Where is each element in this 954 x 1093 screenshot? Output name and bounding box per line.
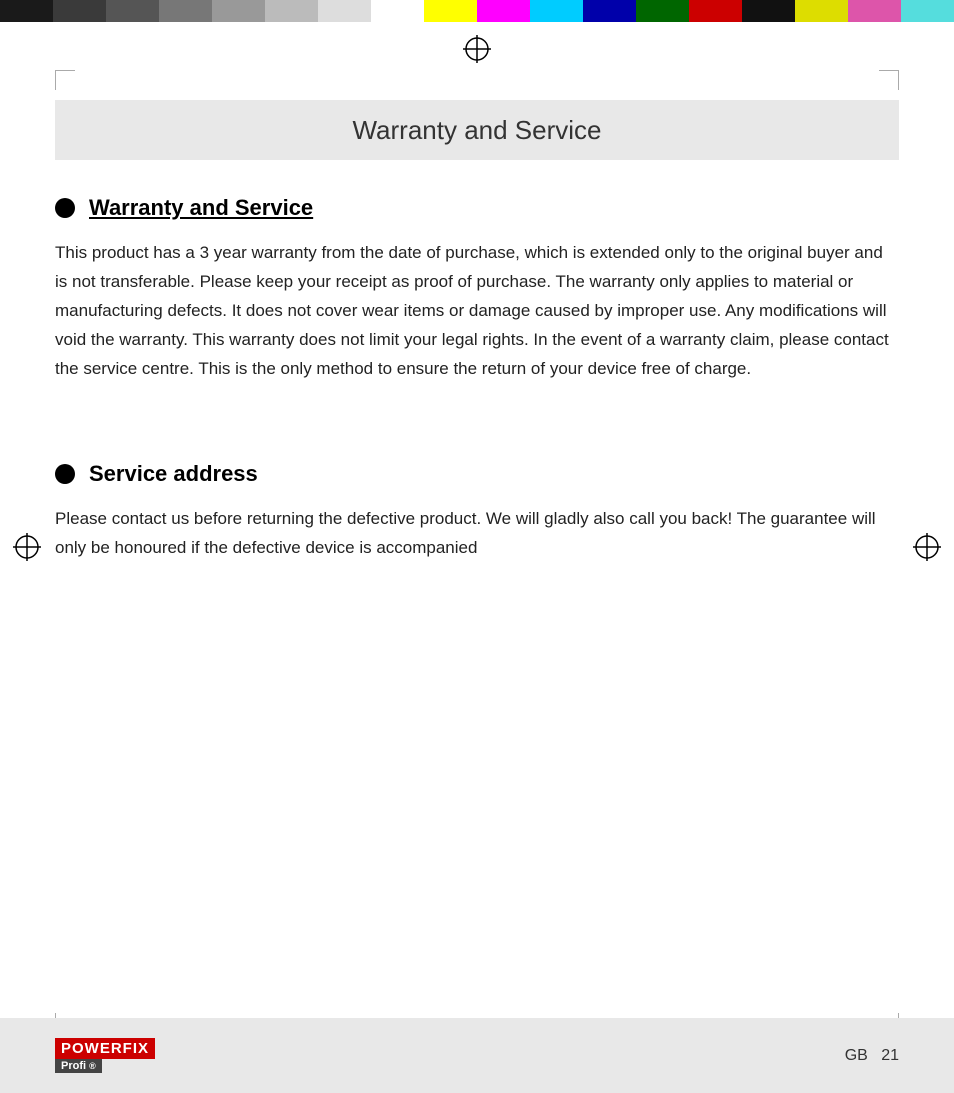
reg-mark-right — [912, 532, 942, 562]
corner-mark-tr — [879, 70, 899, 90]
warranty-title: Warranty and Service — [89, 195, 313, 221]
footer-page: GB 21 — [845, 1047, 899, 1065]
logo-powerfix: POWERFIX — [55, 1038, 155, 1059]
color-segment — [477, 0, 530, 22]
color-segment — [371, 0, 424, 22]
color-segment — [424, 0, 477, 22]
color-bar — [0, 0, 954, 22]
color-segment — [0, 0, 53, 22]
color-segment — [212, 0, 265, 22]
main-content: Warranty and Service This product has a … — [55, 175, 899, 1003]
reg-mark-left — [12, 532, 42, 562]
reg-mark-top — [462, 34, 492, 64]
color-segment — [636, 0, 689, 22]
service-bullet — [55, 464, 75, 484]
color-segment — [901, 0, 954, 22]
header-title: Warranty and Service — [352, 115, 601, 146]
footer-logo: POWERFIX Profi ® — [55, 1038, 155, 1073]
color-segment — [583, 0, 636, 22]
service-body: Please contact us before returning the d… — [55, 505, 899, 563]
color-segment — [318, 0, 371, 22]
warranty-body: This product has a 3 year warranty from … — [55, 239, 899, 383]
corner-mark-tl — [55, 70, 75, 90]
color-segment — [159, 0, 212, 22]
logo-profi: Profi ® — [55, 1059, 102, 1073]
color-segment — [689, 0, 742, 22]
color-segment — [265, 0, 318, 22]
color-segment — [742, 0, 795, 22]
footer: POWERFIX Profi ® GB 21 — [0, 1018, 954, 1093]
color-segment — [53, 0, 106, 22]
warranty-bullet — [55, 198, 75, 218]
color-segment — [848, 0, 901, 22]
color-segment — [795, 0, 848, 22]
color-segment — [106, 0, 159, 22]
warranty-heading: Warranty and Service — [55, 195, 899, 221]
color-segment — [530, 0, 583, 22]
service-title: Service address — [89, 461, 258, 487]
header-band: Warranty and Service — [55, 100, 899, 160]
service-heading: Service address — [55, 461, 899, 487]
